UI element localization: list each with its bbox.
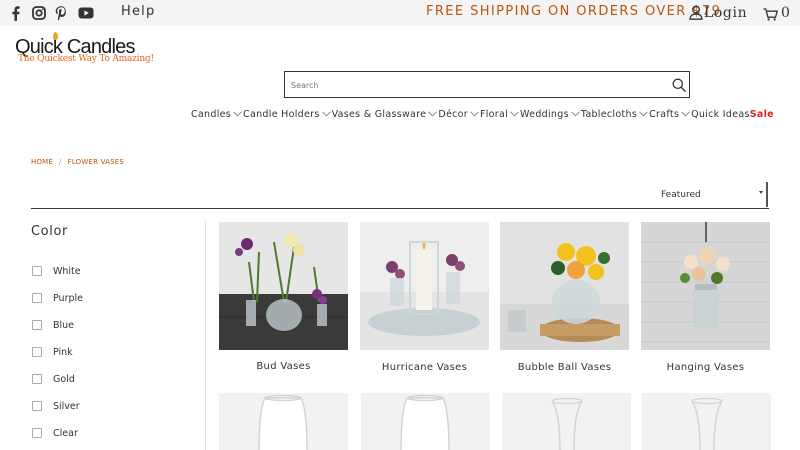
nav-item-weddings[interactable]: Weddings — [520, 109, 581, 120]
product-card[interactable]: Bud Vases — [219, 222, 348, 382]
filter-label: Blue — [53, 319, 75, 331]
product-name[interactable]: Bubble Ball Vases — [500, 362, 629, 373]
nav-label: Quick Ideas — [691, 108, 750, 120]
checkbox[interactable] — [32, 347, 42, 357]
site-logo[interactable]: Quick Candles The Quickest Way To Amazin… — [14, 32, 154, 70]
filter-label: Silver — [53, 400, 80, 412]
product-name[interactable]: Bud Vases — [219, 361, 348, 372]
checkbox[interactable] — [32, 293, 42, 303]
product-card[interactable] — [502, 393, 631, 450]
nav-label: Vases & Glassware — [331, 108, 427, 120]
checkbox[interactable] — [32, 401, 42, 411]
toolbar-divider — [31, 208, 769, 209]
nav-item-candles[interactable]: Candles — [191, 109, 243, 120]
filter-option-white[interactable]: White — [32, 265, 81, 277]
cart-count[interactable]: 0 — [781, 5, 790, 21]
product-card[interactable]: Hanging Vases — [641, 222, 770, 382]
chevron-down-icon — [510, 109, 519, 120]
chevron-down-icon — [321, 109, 331, 120]
nav-label: Candle Holders — [243, 108, 320, 120]
product-card[interactable] — [642, 393, 771, 450]
nav-item-candle-holders[interactable]: Candle Holders — [243, 109, 332, 120]
instagram-icon[interactable] — [32, 5, 46, 21]
filter-option-gold[interactable]: Gold — [32, 373, 75, 385]
chevron-down-icon — [570, 109, 580, 120]
sort-select[interactable]: Featured — [655, 182, 768, 207]
help-link[interactable]: Help — [121, 4, 155, 19]
breadcrumb: HOME / FLOWER VASES — [31, 158, 124, 166]
filter-label: White — [53, 265, 81, 277]
nav-label: Décor — [438, 108, 468, 120]
product-card[interactable]: Bubble Ball Vases — [500, 222, 629, 382]
checkbox[interactable] — [32, 266, 42, 276]
caret-down-icon — [759, 191, 763, 194]
filter-option-clear[interactable]: Clear — [32, 427, 78, 439]
nav-item-quick-ideas[interactable]: Quick Ideas — [691, 109, 750, 120]
product-image[interactable] — [500, 222, 629, 350]
product-image[interactable] — [641, 222, 770, 350]
search-icon[interactable] — [672, 77, 686, 96]
facebook-icon[interactable] — [10, 5, 20, 21]
main-nav: Candles Candle Holders Vases & Glassware… — [191, 107, 774, 121]
flame-icon — [53, 32, 58, 40]
checkbox[interactable] — [32, 428, 42, 438]
product-image[interactable] — [642, 393, 771, 450]
free-shipping-banner: FREE SHIPPING ON ORDERS OVER $79 — [426, 4, 722, 19]
nav-item-sale[interactable]: Sale — [750, 109, 774, 120]
nav-label: Floral — [479, 108, 509, 120]
nav-label: Weddings — [520, 108, 569, 120]
logo-tagline: The Quickest Way To Amazing! — [18, 54, 154, 64]
product-name[interactable]: Hurricane Vases — [360, 362, 489, 373]
checkbox[interactable] — [32, 320, 42, 330]
login-link[interactable]: Login — [704, 5, 747, 21]
pinterest-icon[interactable] — [55, 5, 67, 21]
nav-item-crafts[interactable]: Crafts — [649, 109, 691, 120]
chevron-down-icon — [681, 109, 690, 120]
product-image[interactable] — [361, 393, 490, 450]
product-card[interactable]: Hurricane Vases — [360, 222, 489, 382]
nav-label: Tablecloths — [580, 108, 638, 120]
nav-item-decor[interactable]: Décor — [438, 109, 480, 120]
nav-item-vases-glassware[interactable]: Vases & Glassware — [332, 109, 439, 120]
search-bar — [284, 71, 690, 98]
product-image[interactable] — [219, 222, 348, 350]
cart-icon[interactable] — [763, 6, 779, 25]
youtube-icon[interactable] — [78, 5, 94, 21]
checkbox[interactable] — [32, 374, 42, 384]
search-input[interactable] — [291, 77, 661, 93]
filter-label: Gold — [53, 373, 75, 385]
product-image[interactable] — [219, 393, 348, 450]
user-icon[interactable] — [689, 5, 703, 24]
product-image[interactable] — [502, 393, 631, 450]
filter-option-silver[interactable]: Silver — [32, 400, 80, 412]
filter-option-purple[interactable]: Purple — [32, 292, 83, 304]
product-card[interactable] — [361, 393, 490, 450]
chevron-down-icon — [233, 109, 242, 120]
product-card[interactable] — [219, 393, 348, 450]
chevron-down-icon — [470, 109, 479, 120]
product-name[interactable]: Hanging Vases — [641, 362, 770, 373]
chevron-down-icon — [639, 109, 648, 120]
sidebar-divider — [205, 221, 206, 450]
product-image[interactable] — [360, 222, 489, 350]
filter-heading-color: Color — [31, 224, 68, 239]
breadcrumb-current[interactable]: FLOWER VASES — [68, 158, 124, 166]
breadcrumb-separator: / — [59, 158, 62, 166]
filter-option-blue[interactable]: Blue — [32, 319, 74, 331]
filter-label: Pink — [53, 346, 73, 358]
filter-option-pink[interactable]: Pink — [32, 346, 73, 358]
top-bar: Help FREE SHIPPING ON ORDERS OVER $79 Lo… — [0, 0, 800, 26]
nav-label: Crafts — [649, 108, 680, 120]
sort-selected-value: Featured — [661, 189, 701, 200]
chevron-down-icon — [428, 109, 438, 120]
nav-item-tablecloths[interactable]: Tablecloths — [581, 109, 649, 120]
nav-label: Candles — [191, 108, 232, 120]
filter-label: Purple — [53, 292, 84, 304]
nav-item-floral[interactable]: Floral — [480, 109, 520, 120]
breadcrumb-home[interactable]: HOME — [31, 158, 53, 166]
filter-label: Clear — [53, 427, 78, 439]
